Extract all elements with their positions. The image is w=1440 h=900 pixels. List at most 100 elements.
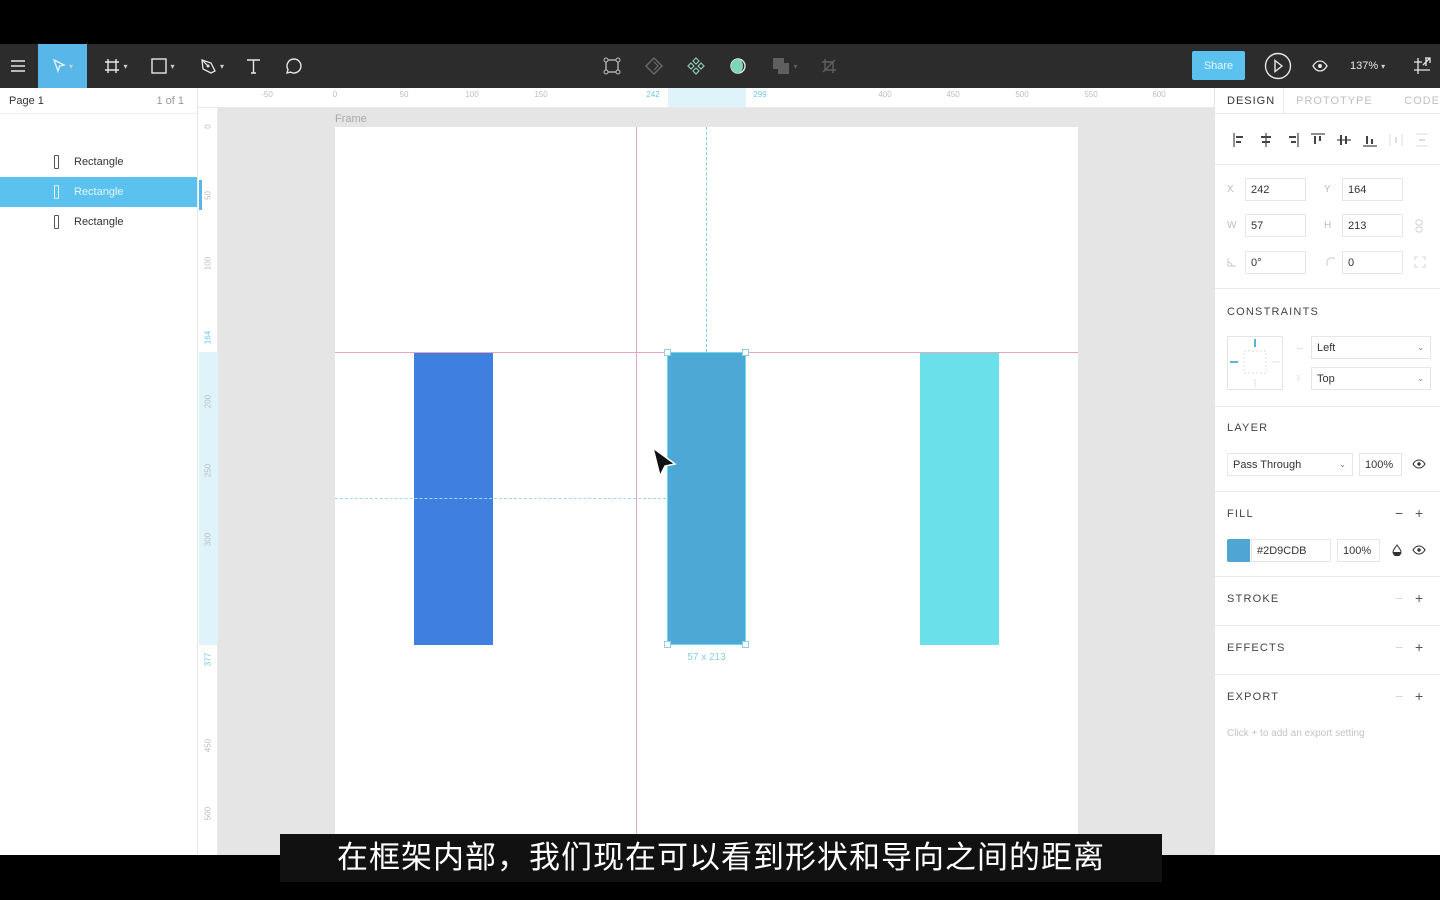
selection-box [667,352,746,645]
add-stroke-button[interactable]: + [1415,590,1423,606]
tab-design[interactable]: DESIGN [1215,88,1285,113]
fill-opacity-input[interactable]: 100% [1337,539,1380,562]
ruler-tick-label: 400 [878,90,892,99]
resize-frame-button[interactable] [1408,44,1436,88]
x-input[interactable]: 242 [1245,178,1306,201]
ruler-tick-label: -50 [261,90,273,99]
component-set-button[interactable] [642,44,666,88]
constrain-proportions-icon[interactable] [1415,219,1423,236]
blend-mode-select[interactable]: Pass Through ⌄ [1227,453,1353,476]
properties-tabs: DESIGN PROTOTYPE CODE [1215,88,1440,114]
blend-drop-icon[interactable] [1392,544,1402,559]
vector-edit-icon [603,57,621,75]
horizontal-constraint-select[interactable]: Left ⌄ [1311,336,1431,359]
layer-title: LAYER [1227,422,1269,434]
fill-color-swatch[interactable] [1227,539,1250,562]
crop-icon [822,59,836,73]
layer-item-rectangle[interactable]: Rectangle [0,147,197,177]
divider [1215,576,1440,577]
distance-measure-vertical [706,127,707,352]
divider [1215,674,1440,675]
chevron-down-icon: ▾ [1381,61,1386,71]
ruler-tick-label: 200 [203,394,213,409]
menu-button[interactable] [0,44,36,88]
view-button[interactable] [1308,44,1332,88]
boolean-button[interactable]: ▾ [768,44,802,88]
width-input[interactable]: 57 [1245,214,1306,237]
comment-tool-button[interactable] [280,44,308,88]
ruler-tick-label: 100 [203,256,213,271]
fill-hex-input[interactable]: #2D9CDB [1251,539,1331,562]
ruler-tick-label: 164 [203,330,213,345]
add-effect-button[interactable]: + [1415,639,1423,655]
ruler-selection-highlight-horizontal [668,88,746,107]
corner-radius-input[interactable]: 0 [1342,251,1403,274]
ruler-tick-label: 299 [753,90,767,99]
fill-title: FILL [1227,508,1254,520]
page-count: 1 of 1 [156,94,184,107]
h-label: H [1324,220,1332,231]
add-fill-button[interactable]: + [1415,505,1423,521]
fill-visibility-eye-icon[interactable] [1412,545,1426,558]
remove-export-button[interactable]: − [1395,688,1403,704]
remove-effect-button[interactable]: − [1395,639,1403,655]
ruler-tick-label: 450 [946,90,960,99]
pen-icon [201,58,216,74]
chevron-down-icon: ⌄ [1339,460,1346,469]
independent-corners-icon[interactable] [1414,256,1426,271]
distribute-horizontal-icon[interactable] [1383,128,1409,152]
layer-name: Rectangle [74,156,124,168]
ruler-tick-label: 250 [203,463,213,478]
align-bottom-icon[interactable] [1357,128,1383,152]
remove-stroke-button[interactable]: − [1395,590,1403,606]
align-right-icon[interactable] [1279,128,1305,152]
vertical-constraint-select[interactable]: Top ⌄ [1311,367,1431,390]
mouse-cursor-icon [650,446,680,487]
height-input[interactable]: 213 [1342,214,1403,237]
vertical-guide[interactable] [636,127,637,855]
rectangle-3[interactable] [920,352,999,645]
layer-item-rectangle[interactable]: Rectangle [0,207,197,237]
add-export-button[interactable]: + [1415,688,1423,704]
layer-visibility-eye-icon[interactable] [1412,459,1426,472]
resize-handle-top-left[interactable] [664,349,671,356]
rotation-input[interactable]: 0° [1245,251,1306,274]
stroke-title: STROKE [1227,593,1280,605]
tab-prototype[interactable]: PROTOTYPE [1284,88,1392,113]
distribute-vertical-icon[interactable] [1409,128,1435,152]
frame-label[interactable]: Frame [335,113,367,125]
present-button[interactable] [1262,44,1294,88]
ruler-tick-label: 0 [203,124,213,129]
ruler-tick-label: 242 [646,90,660,99]
hamburger-icon [11,60,25,72]
component-button[interactable] [684,44,708,88]
align-left-icon[interactable] [1227,128,1253,152]
constraints-widget[interactable] [1227,336,1283,390]
constraints-title: CONSTRAINTS [1227,306,1320,318]
tab-code[interactable]: CODE [1392,88,1440,113]
move-tool-button[interactable]: ▾ [38,44,87,88]
layer-opacity-input[interactable]: 100% [1359,453,1402,476]
page-selector[interactable]: Page 1 1 of 1 [0,88,197,114]
align-vertical-center-icon[interactable] [1331,128,1357,152]
edit-object-button[interactable] [600,44,624,88]
shape-tool-button[interactable]: ▾ [143,44,183,88]
remove-fill-button[interactable]: − [1395,505,1403,521]
zoom-dropdown[interactable]: 137% ▾ [1350,44,1385,88]
y-input[interactable]: 164 [1342,178,1403,201]
mask-button[interactable] [726,44,750,88]
frame-tool-button[interactable]: ▾ [96,44,136,88]
text-tool-button[interactable] [240,44,266,88]
align-top-icon[interactable] [1305,128,1331,152]
resize-handle-top-right[interactable] [742,349,749,356]
align-horizontal-center-icon[interactable] [1253,128,1279,152]
resize-handle-bottom-right[interactable] [742,641,749,648]
ruler-tick-label: 100 [465,90,479,99]
layer-item-rectangle-selected[interactable]: Rectangle [0,177,197,207]
crop-button[interactable] [818,44,840,88]
x-label: X [1227,184,1234,195]
pen-tool-button[interactable]: ▾ [192,44,232,88]
share-button[interactable]: Share [1192,51,1245,80]
resize-handle-bottom-left[interactable] [664,641,671,648]
w-label: W [1227,220,1237,231]
